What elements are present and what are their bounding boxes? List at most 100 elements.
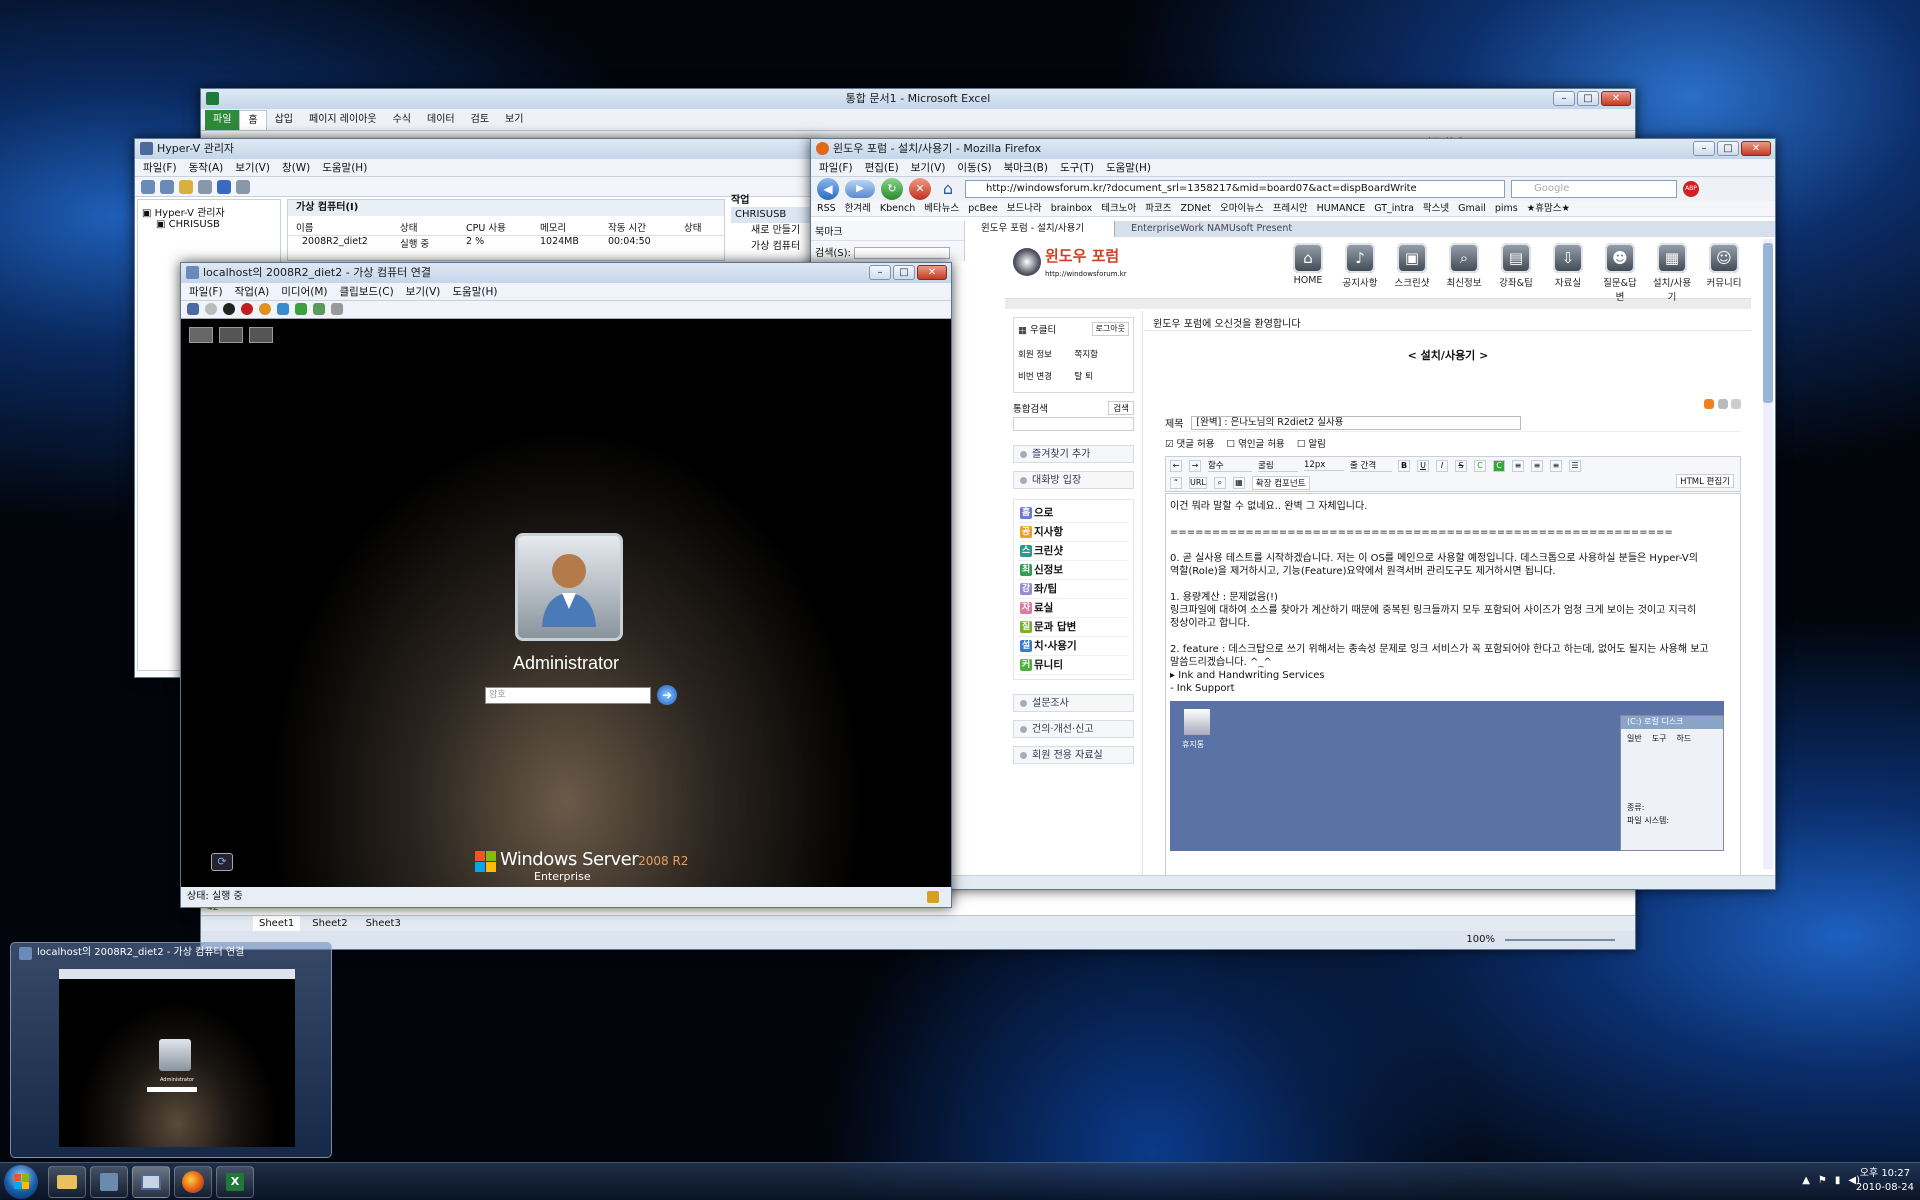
excel-tab-file[interactable]: 파일 [205, 109, 240, 130]
extension-button[interactable]: 확장 컴포넌트 [1251, 476, 1310, 490]
ff-menu-file[interactable]: 파일(F) [819, 159, 853, 176]
keyboard-icon[interactable] [249, 327, 273, 343]
bookmark-item[interactable]: HUMANCE [1317, 201, 1366, 216]
turnoff-icon[interactable] [223, 303, 235, 315]
add-favorite-button[interactable]: 즐겨찾기 추가 [1013, 445, 1134, 463]
help-icon[interactable] [217, 180, 231, 194]
vm-menu-media[interactable]: 미디어(M) [281, 283, 327, 300]
line-spacing-select[interactable]: 줄 간격 [1350, 459, 1392, 472]
submit-arrow-icon[interactable]: ➜ [657, 685, 677, 705]
bookmark-item[interactable]: 테크노아 [1101, 201, 1136, 216]
start-button[interactable] [4, 1164, 38, 1199]
title-input[interactable]: [완벽] : 은나노님의 R2diet2 실사용 [1191, 415, 1522, 430]
search-box[interactable]: Google [1511, 180, 1677, 198]
vmconnect-titlebar[interactable]: localhost의 2008R2_diet2 - 가상 컴퓨터 연결 – □ ✕ [181, 263, 951, 283]
allow-trackback-checkbox[interactable]: ☐ 엮인글 허용 [1227, 436, 1285, 450]
minimize-button[interactable]: – [869, 265, 891, 280]
site-nav-item[interactable]: ⇩ 자료실 [1547, 243, 1589, 303]
hyperv-menu-view[interactable]: 보기(V) [235, 159, 270, 176]
hyperv-taskbar-icon[interactable] [132, 1165, 170, 1198]
logout-button[interactable]: 로그아웃 [1091, 322, 1129, 336]
panel-icon[interactable] [236, 180, 250, 194]
bookmark-item[interactable]: 보드나라 [1007, 201, 1042, 216]
revert-icon[interactable] [331, 303, 343, 315]
reload-icon[interactable]: ↻ [881, 178, 903, 200]
vm-menu-action[interactable]: 작업(A) [235, 283, 270, 300]
tab-inactive[interactable]: EnterpriseWork NAMUsoft Present [1115, 221, 1308, 237]
link-icon[interactable]: URL [1189, 477, 1207, 489]
clock[interactable]: 오후 10:27 2010-08-24 [1856, 1167, 1914, 1195]
action-new[interactable]: 새로 만들기 [731, 223, 811, 239]
underline-icon[interactable]: U [1417, 459, 1429, 472]
save-icon[interactable] [259, 303, 271, 315]
italic-icon[interactable]: I [1436, 459, 1448, 472]
bookmark-item[interactable]: Kbench [880, 201, 915, 216]
ff-menu-bookmarks[interactable]: 북마크(B) [1004, 159, 1048, 176]
server-manager-taskbar-icon[interactable] [90, 1165, 128, 1198]
excel-tab-data[interactable]: 데이터 [419, 110, 463, 130]
quote-icon[interactable]: “ [1170, 477, 1182, 489]
back-icon[interactable]: ◀ [817, 178, 839, 200]
site-nav-item[interactable]: ♪ 공지사항 [1339, 243, 1381, 303]
snapshot-icon[interactable] [313, 303, 325, 315]
chat-button[interactable]: 대화방 입장 [1013, 471, 1134, 489]
ff-menu-help[interactable]: 도움말(H) [1106, 159, 1151, 176]
link-messages[interactable]: 쪽지함 [1075, 348, 1130, 360]
align-left-icon[interactable]: ≡ [1512, 459, 1524, 472]
search-input[interactable] [1013, 417, 1134, 431]
strike-icon[interactable]: S [1455, 459, 1467, 472]
excel-titlebar[interactable]: 통합 문서1 - Microsoft Excel – □ ✕ [201, 89, 1635, 109]
member-files-link[interactable]: 회원 전용 자료실 [1013, 746, 1134, 764]
view-icon[interactable] [1731, 399, 1741, 409]
list-icon[interactable]: ☰ [1569, 459, 1581, 472]
sheet-tab-3[interactable]: Sheet3 [360, 916, 407, 931]
category-item[interactable]: 자 료실 [1018, 599, 1129, 618]
sheet-tab-2[interactable]: Sheet2 [306, 916, 353, 931]
table-icon[interactable]: ▦ [1232, 477, 1245, 489]
category-item[interactable]: 커 뮤니티 [1018, 656, 1129, 675]
excel-tab-review[interactable]: 검토 [463, 110, 497, 130]
help-icon[interactable] [1717, 399, 1728, 409]
sheet-tab-1[interactable]: Sheet1 [253, 916, 301, 931]
site-nav-item[interactable]: ⌂ HOME [1287, 243, 1329, 303]
tree-host[interactable]: ▣ CHRISUSB [142, 219, 276, 230]
excel-tab-insert[interactable]: 삽입 [267, 110, 301, 130]
style-select[interactable]: 함수 [1208, 459, 1252, 472]
vm-menu-view[interactable]: 보기(V) [406, 283, 441, 300]
back-icon[interactable] [141, 180, 155, 194]
accessibility-icon[interactable]: ⟳ [211, 853, 233, 871]
ff-menu-edit[interactable]: 편집(E) [865, 159, 899, 176]
taskbar-thumbnail[interactable]: localhost의 2008R2_diet2 - 가상 컴퓨터 연결 Admi… [10, 942, 332, 1158]
site-logo[interactable]: 윈도우 포럼 http://windowsforum.kr [1013, 245, 1127, 279]
password-field[interactable]: 암호 [485, 687, 651, 704]
url-bar[interactable]: http://windowsforum.kr/?document_srl=135… [965, 180, 1505, 198]
site-nav-item[interactable]: ▦ 설치/사용기 [1651, 243, 1693, 303]
bookmark-item[interactable]: pcBee [968, 201, 997, 216]
bookmark-item[interactable]: RSS [817, 201, 836, 216]
excel-tab-view[interactable]: 보기 [497, 110, 531, 130]
redo-icon[interactable]: → [1189, 459, 1201, 472]
link-change-password[interactable]: 비번 변경 [1018, 370, 1073, 382]
tree-root[interactable]: ▣ Hyper-V 관리자 [142, 204, 276, 219]
category-item[interactable]: 설 치·사용기 [1018, 637, 1129, 656]
maximize-button[interactable]: □ [1577, 91, 1599, 106]
close-button[interactable]: ✕ [1741, 141, 1771, 156]
shutdown-icon[interactable] [241, 303, 253, 315]
pause-icon[interactable] [277, 303, 289, 315]
allow-comments-checkbox[interactable]: ☑ 댓글 허용 [1165, 436, 1215, 450]
category-item[interactable]: 최 신정보 [1018, 561, 1129, 580]
bookmark-item[interactable]: 팍스넷 [1423, 201, 1449, 216]
bookmark-item[interactable]: 오마이뉴스 [1220, 201, 1264, 216]
category-item[interactable]: 강 좌/팁 [1018, 580, 1129, 599]
survey-link[interactable]: 설문조사 [1013, 694, 1134, 712]
excel-tab-home[interactable]: 홈 [239, 109, 267, 130]
hyperv-menu-help[interactable]: 도움말(H) [322, 159, 367, 176]
find-icon[interactable]: ⌕ [1213, 477, 1226, 489]
hyperv-menu-window[interactable]: 창(W) [282, 159, 310, 176]
sidebar-search-input[interactable] [854, 247, 951, 259]
folder-icon[interactable] [179, 180, 193, 194]
color-icon[interactable]: C [1474, 459, 1486, 472]
reset-icon[interactable] [295, 303, 307, 315]
explorer-taskbar-icon[interactable] [48, 1165, 86, 1198]
bgcolor-icon[interactable]: C [1493, 459, 1505, 472]
